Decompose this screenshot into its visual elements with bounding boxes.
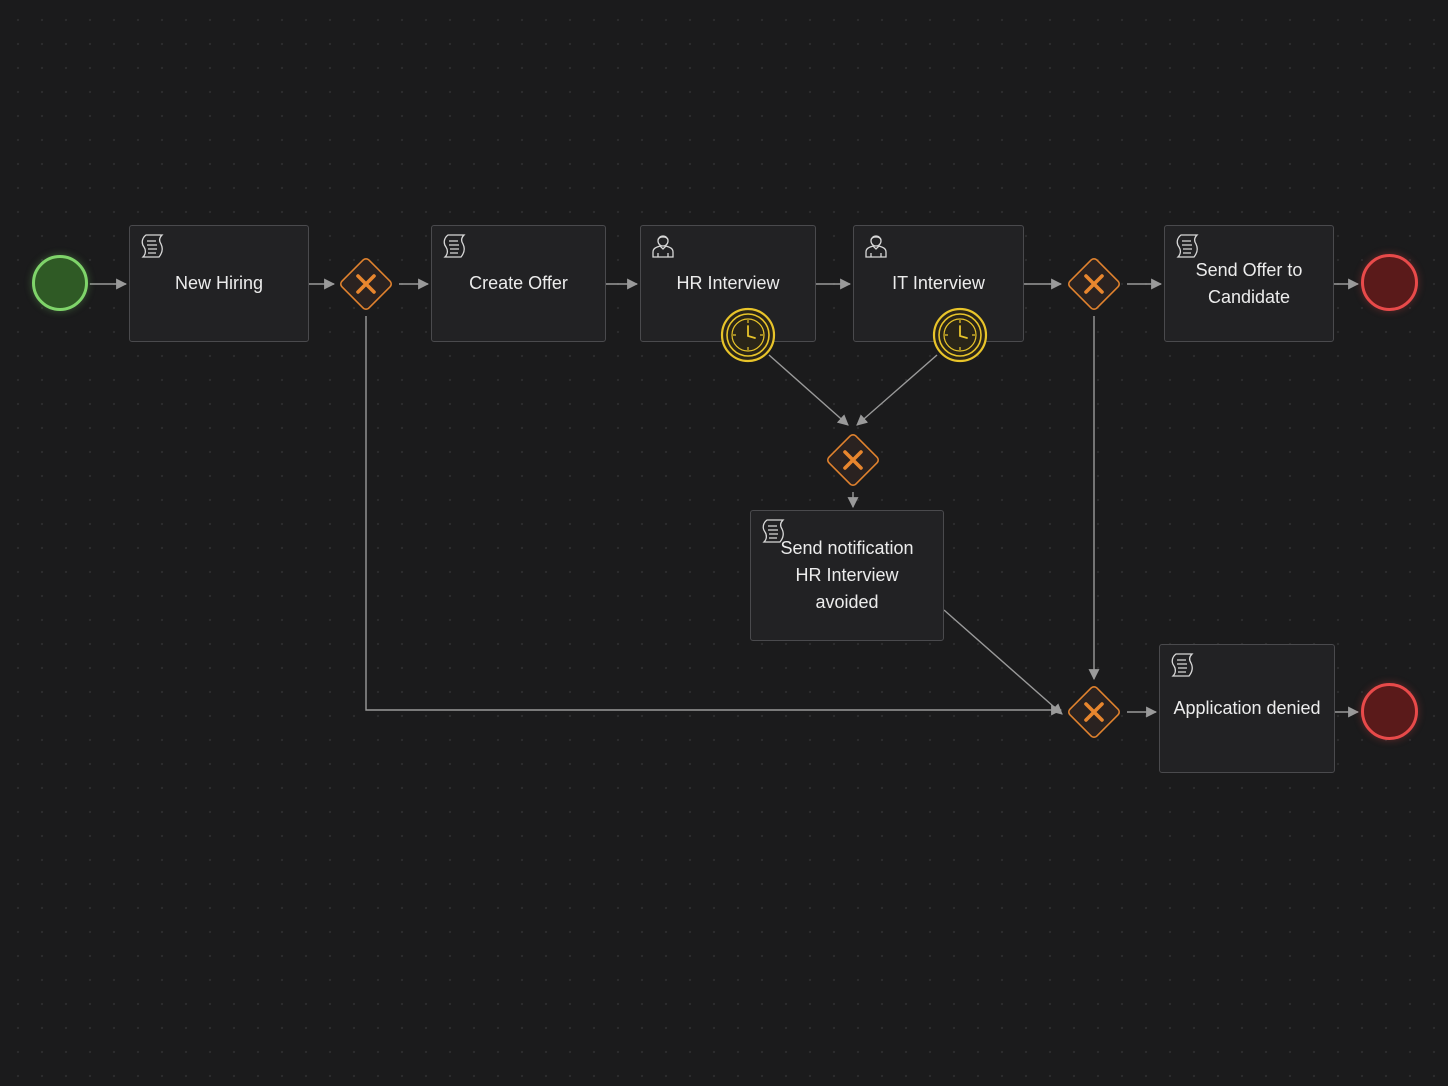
task-label: Application denied <box>1173 698 1321 718</box>
sequence-flows <box>90 278 1360 718</box>
start-event[interactable] <box>32 255 88 311</box>
flow-send-notification-to-denied-gateway[interactable] <box>943 609 1063 715</box>
task-send-offer[interactable]: Send Offer to Candidate <box>1164 225 1334 342</box>
user-icon <box>865 235 887 258</box>
task-label: New Hiring <box>174 273 264 293</box>
user-icon <box>652 235 674 258</box>
script-icon <box>762 519 785 543</box>
script-icon <box>1171 653 1194 677</box>
clock-icon[interactable] <box>932 307 988 363</box>
task-label: HR Interview <box>676 273 780 293</box>
exclusive-gateway-icon[interactable] <box>821 428 885 492</box>
task-new-hiring[interactable]: New Hiring <box>129 225 309 342</box>
task-label: Send Offer to Candidate <box>1195 259 1303 307</box>
flow-gateway-to-denied-gateway[interactable] <box>365 316 1063 716</box>
task-label: Send notification HR Interview avoided <box>780 538 914 612</box>
task-label: Create Offer <box>469 273 568 293</box>
task-create-offer[interactable]: Create Offer <box>431 225 606 342</box>
task-label: IT Interview <box>892 273 985 293</box>
script-icon <box>141 234 164 258</box>
exclusive-gateway-icon[interactable] <box>334 252 398 316</box>
script-icon <box>443 234 466 258</box>
flow-hr-timer-to-gateway[interactable] <box>768 354 849 426</box>
exclusive-gateway-icon[interactable] <box>1062 252 1126 316</box>
script-icon <box>1176 234 1199 258</box>
exclusive-gateway-icon[interactable] <box>1062 680 1126 744</box>
flow-it-timer-to-gateway[interactable] <box>856 354 938 426</box>
end-event-offer-sent[interactable] <box>1361 254 1418 311</box>
task-application-denied[interactable]: Application denied <box>1159 644 1335 773</box>
end-event-application-denied[interactable] <box>1361 683 1418 740</box>
clock-icon[interactable] <box>720 307 776 363</box>
bpmn-canvas[interactable]: New Hiring Create Offer HR Interview IT … <box>0 0 1448 1086</box>
task-send-notification[interactable]: Send notification HR Interview avoided <box>750 510 944 641</box>
